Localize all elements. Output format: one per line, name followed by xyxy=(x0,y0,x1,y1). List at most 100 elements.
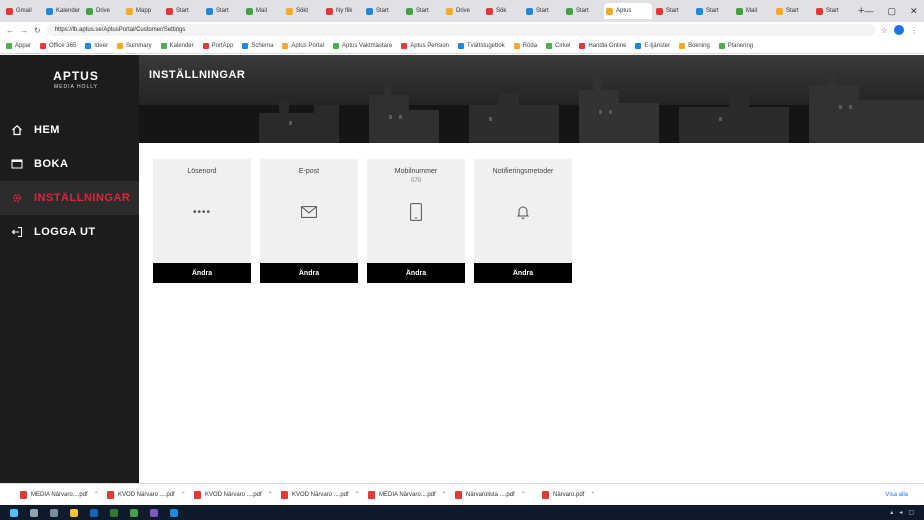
sidebar-item-boka[interactable]: BOKA xyxy=(0,147,139,181)
browser-tab[interactable]: Sökt xyxy=(284,3,322,19)
download-item[interactable]: KVOD Närvaro ....pdf ⌃ xyxy=(281,490,368,499)
browser-tab[interactable]: Gmail xyxy=(4,3,42,19)
back-icon[interactable]: ← xyxy=(6,26,14,35)
outlook-icon[interactable] xyxy=(90,508,98,517)
change-password-button[interactable]: Ändra xyxy=(153,263,251,283)
windows-start-icon[interactable] xyxy=(10,508,18,517)
chrome-icon[interactable] xyxy=(130,508,138,517)
change-mobile-button[interactable]: Ändra xyxy=(367,263,465,283)
bookmark-item[interactable]: Aptus Portal xyxy=(282,42,324,49)
show-all-downloads-link[interactable]: Visa alla xyxy=(885,492,924,498)
bookmark-item[interactable]: PortApp xyxy=(202,42,233,49)
task-view-icon[interactable] xyxy=(50,508,58,517)
sidebar-item-installningar[interactable]: INSTÄLLNINGAR xyxy=(0,181,139,215)
aptus-logo[interactable]: APTUS MEDIA HOLLY xyxy=(46,69,106,90)
sidebar-item-hem[interactable]: HEM xyxy=(0,113,139,147)
download-item[interactable]: KVOD Närvaro ....pdf ⌃ xyxy=(194,490,281,499)
bookmark-item[interactable]: Office 365 xyxy=(40,42,76,49)
star-icon[interactable]: ☆ xyxy=(881,26,888,35)
menu-dots-icon[interactable]: ⋮ xyxy=(910,26,918,35)
tab-favicon-icon xyxy=(326,7,333,15)
pdf-icon xyxy=(368,490,375,499)
bookmark-item[interactable]: Cirkel xyxy=(546,42,570,49)
bookmark-item[interactable]: Bokning xyxy=(679,42,710,49)
bookmark-item[interactable]: E-tjänster xyxy=(635,42,670,49)
browser-tab[interactable]: Ny flik xyxy=(324,3,362,19)
chevron-up-icon[interactable]: ⌃ xyxy=(94,491,99,498)
tab-label: Sökt xyxy=(296,8,309,14)
download-item[interactable]: Närvarolista ....pdf ⌃ xyxy=(455,490,542,499)
search-icon[interactable] xyxy=(30,508,38,517)
bookmark-item[interactable]: Schema xyxy=(242,42,273,49)
browser-tab[interactable]: Drive xyxy=(84,3,122,19)
browser-tab[interactable]: Mail xyxy=(734,3,772,19)
browser-tab[interactable]: Start xyxy=(814,3,852,19)
download-item[interactable]: KVOD Närvaro ....pdf ⌃ xyxy=(107,490,194,499)
browser-tab[interactable]: Start xyxy=(654,3,692,19)
bookmark-item[interactable]: Röda xyxy=(513,42,537,49)
chevron-up-icon[interactable]: ⌃ xyxy=(442,491,447,498)
word-icon[interactable] xyxy=(170,508,178,517)
chevron-up-icon[interactable]: ⌃ xyxy=(181,491,186,498)
browser-tab[interactable]: Mapp xyxy=(124,3,162,19)
bookmark-icon xyxy=(6,42,12,49)
close-icon[interactable]: ✕ xyxy=(910,6,918,17)
browser-tab[interactable]: Mail xyxy=(244,3,282,19)
file-explorer-icon[interactable] xyxy=(70,508,78,517)
change-email-button[interactable]: Ändra xyxy=(260,263,358,283)
reload-icon[interactable]: ↻ xyxy=(34,26,41,35)
network-icon[interactable]: ▴ xyxy=(890,509,893,516)
tab-favicon-icon xyxy=(206,7,213,15)
browser-tab[interactable]: Start xyxy=(564,3,602,19)
chevron-up-icon[interactable]: ⌃ xyxy=(590,491,595,498)
download-item[interactable]: MEDIA Närvaro....pdf ⌃ xyxy=(368,490,455,499)
chevron-up-icon[interactable]: ⌃ xyxy=(268,491,273,498)
sidebar-item-logga-ut[interactable]: LOGGA UT xyxy=(0,215,139,249)
bookmark-item[interactable]: Aptus Vaktmästare xyxy=(333,42,392,49)
change-notification-button[interactable]: Ändra xyxy=(474,263,572,283)
profile-avatar[interactable] xyxy=(894,25,904,35)
forward-icon[interactable]: → xyxy=(20,26,28,35)
tab-label: Drive xyxy=(456,8,471,14)
sidebar-item-label: LOGGA UT xyxy=(34,226,96,238)
browser-tab-active[interactable]: Aptus xyxy=(604,3,652,19)
chevron-up-icon[interactable]: ⌃ xyxy=(521,491,526,498)
volume-icon[interactable]: ◂ xyxy=(899,509,902,516)
browser-tab[interactable]: Start xyxy=(364,3,402,19)
notification-icon[interactable]: ▢ xyxy=(908,509,914,516)
download-item[interactable]: Närvaro.pdf ⌃ xyxy=(542,490,629,499)
maximize-icon[interactable]: ▢ xyxy=(887,6,896,17)
browser-tab[interactable]: Start xyxy=(694,3,732,19)
tab-favicon-icon xyxy=(606,7,613,15)
url-input[interactable]: https://lb.aptus.se/AptusPortal/Customer… xyxy=(46,24,875,36)
bookmark-item[interactable]: Appar xyxy=(6,42,31,49)
browser-tab[interactable]: Start xyxy=(164,3,202,19)
bookmark-item[interactable]: Handla Online xyxy=(579,42,626,49)
browser-tab[interactable]: Drive xyxy=(444,3,482,19)
browser-tab[interactable]: Start xyxy=(774,3,812,19)
tab-favicon-icon xyxy=(86,7,93,15)
url-text: https://lb.aptus.se/AptusPortal/Customer… xyxy=(54,27,186,33)
bookmark-item[interactable]: Kalender xyxy=(160,42,194,49)
browser-tab[interactable]: Start xyxy=(404,3,442,19)
chevron-up-icon[interactable]: ⌃ xyxy=(355,491,360,498)
system-tray: ▴ ◂ ▢ xyxy=(890,509,924,516)
download-filename: MEDIA Närvaro....pdf xyxy=(31,491,88,498)
excel-icon[interactable] xyxy=(110,508,118,517)
tab-favicon-icon xyxy=(46,7,53,15)
tab-favicon-icon xyxy=(696,7,703,15)
bookmark-item[interactable]: Aptus Pension xyxy=(401,42,449,49)
download-item[interactable]: MEDIA Närvaro....pdf ⌃ xyxy=(20,490,107,499)
card-value: 070 xyxy=(410,178,421,184)
browser-tab[interactable]: Start xyxy=(524,3,562,19)
bookmark-item[interactable]: Tvättstugebok xyxy=(458,42,505,49)
minimize-icon[interactable]: — xyxy=(864,6,873,17)
browser-tab[interactable]: Sök xyxy=(484,3,522,19)
teams-icon[interactable] xyxy=(150,508,158,517)
bookmark-item[interactable]: Planering xyxy=(718,42,753,49)
tab-label: Drive xyxy=(96,8,111,14)
browser-tab[interactable]: Start xyxy=(204,3,242,19)
bookmark-item[interactable]: Summary xyxy=(116,42,152,49)
bookmark-item[interactable]: Ideer xyxy=(85,42,108,49)
browser-tab[interactable]: Kalender xyxy=(44,3,82,19)
